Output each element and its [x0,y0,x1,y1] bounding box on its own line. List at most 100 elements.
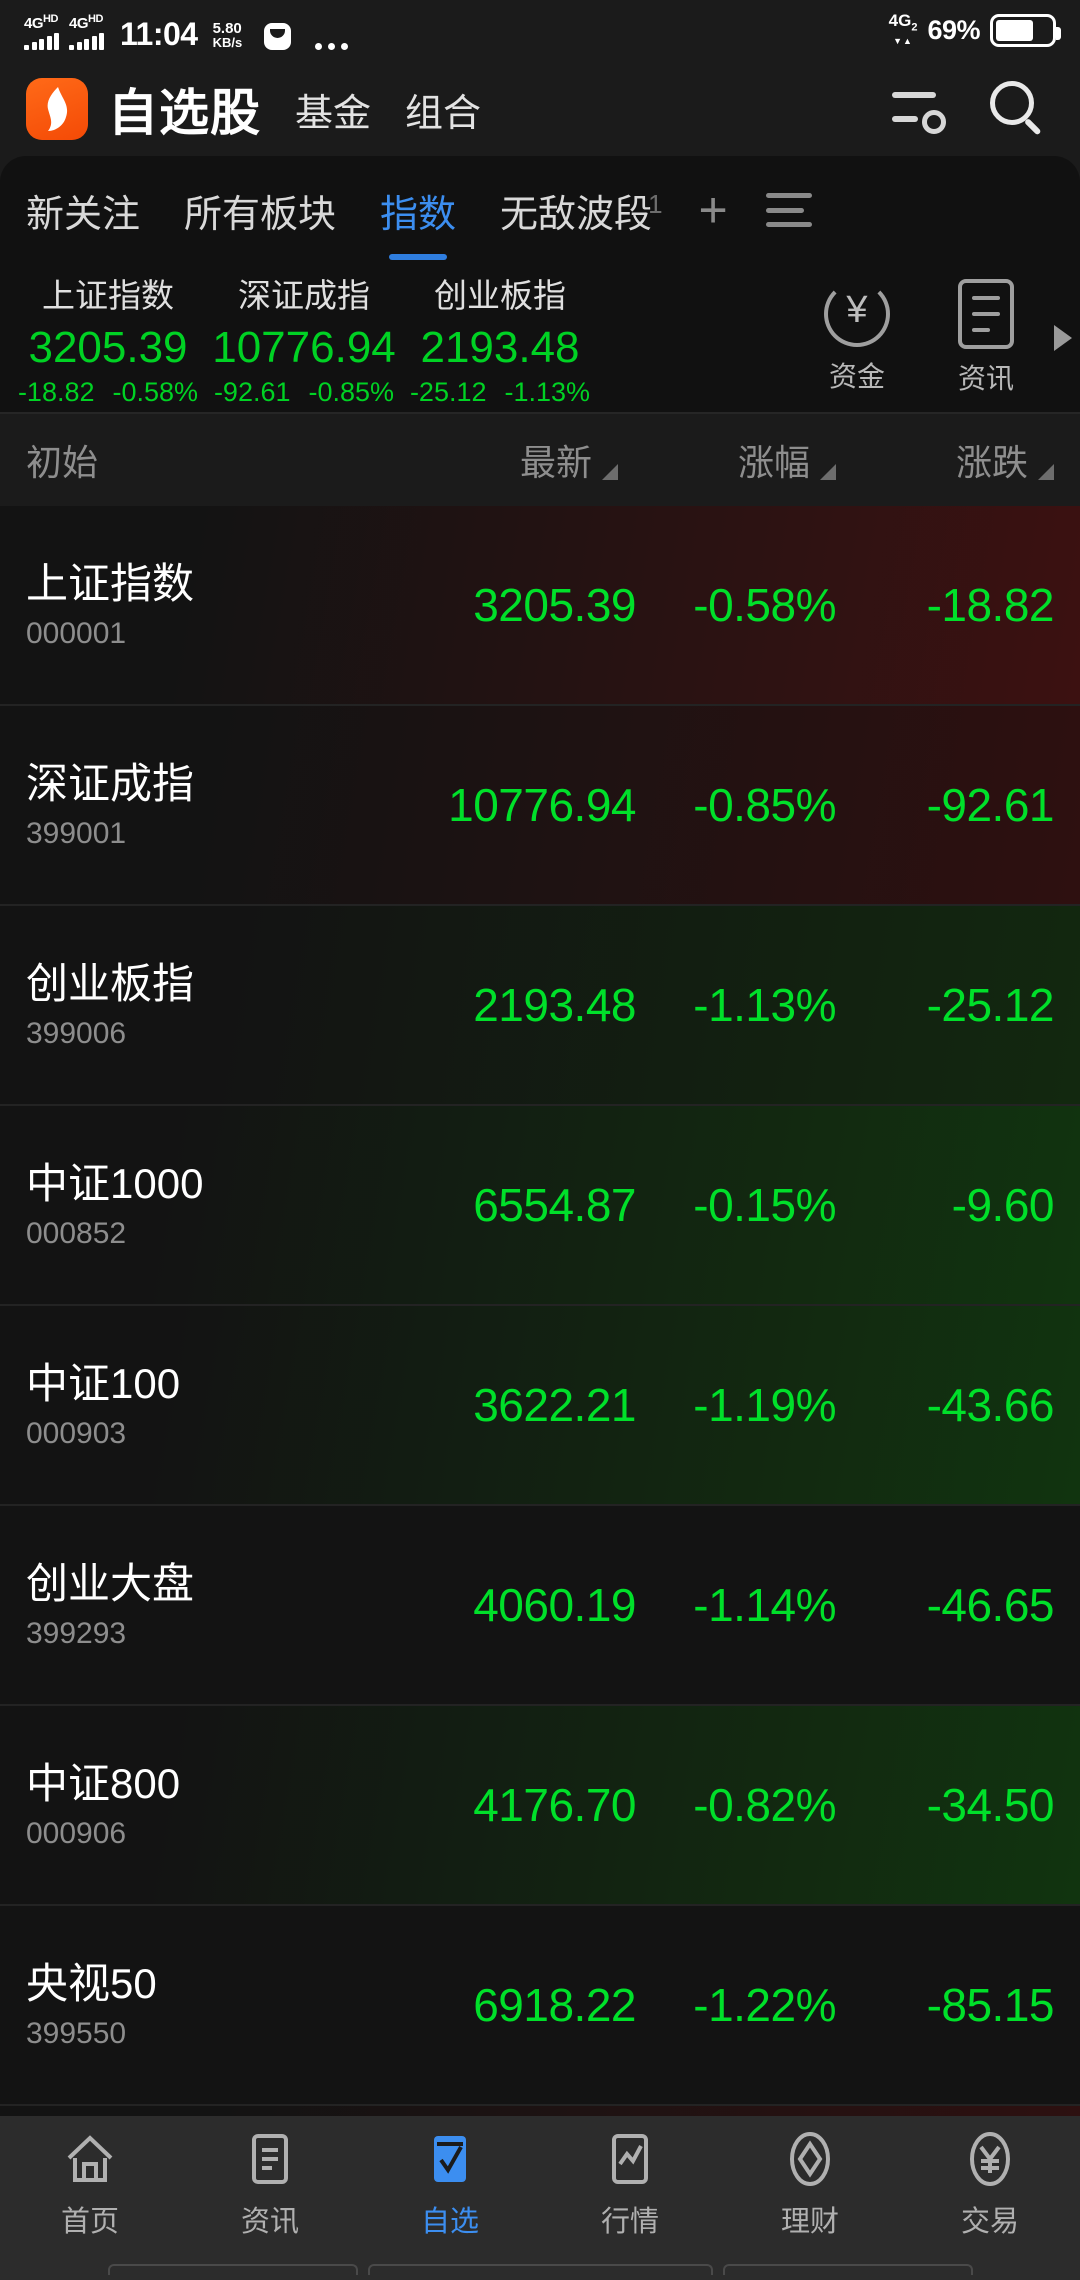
header-tab-fund[interactable]: 基金 [295,82,371,137]
table-row[interactable]: 央视50 399550 6918.22 -1.22% -85.15 [0,1906,1080,2106]
news-button[interactable]: 资讯 [957,279,1014,397]
summary-expand-arrow-icon[interactable] [1054,325,1072,351]
table-row[interactable]: 中证100 000903 3622.21 -1.19% -43.66 [0,1306,1080,1506]
summary-index-0-change: -18.82 [17,376,95,407]
summary-index-1-percent: -0.85% [308,376,395,407]
row-latest: 10776.94 [448,779,636,831]
tab-new-follow[interactable]: 新关注 [26,183,140,238]
home-indicator [0,2260,1080,2278]
funds-button[interactable]: ¥ 资金 [823,281,890,395]
status-clock: 11:04 [120,16,198,52]
table-row[interactable]: 深成指R 399002 13760.55 -0.81% -112.33 [0,2106,1080,2116]
row-change: -46.65 [926,1579,1055,1631]
nav-item-news-label: 资讯 [240,2206,299,2238]
row-code: 000001 [26,617,127,650]
finance-diamond-icon [781,2130,839,2188]
summary-index-0-value: 3205.39 [28,322,188,372]
row-change: -25.12 [926,979,1055,1031]
summary-index-1-change: -92.61 [213,376,291,407]
row-code: 000903 [26,1417,127,1450]
table-row[interactable]: 创业大盘 399293 4060.19 -1.14% -46.65 [0,1506,1080,1706]
tab-wave-badge: 1 [648,188,663,219]
nav-item-trade[interactable]: 交易 [900,2130,1080,2240]
table-row[interactable]: 上证指数 000001 3205.39 -0.58% -18.82 [0,506,1080,706]
watchlist-check-icon [421,2130,479,2188]
nav-item-home[interactable]: 首页 [0,2130,180,2240]
status-bar-left: 4GHD 4GHD 11:04 5.80 KB/s [24,12,349,52]
signal-bars-icon-2 [69,33,104,50]
row-name: 中证100 [26,1360,181,1407]
row-percent: -0.82% [693,1779,836,1831]
row-latest: 4176.70 [473,1779,636,1831]
sort-arrow-percent-icon [820,464,836,480]
network-badge-2-sup: HD [88,13,103,25]
nav-item-news[interactable]: 资讯 [180,2130,360,2240]
network-badge-1-text: 4G [24,15,44,32]
page-title: 自选股 [108,85,261,141]
row-change: -34.50 [926,1779,1055,1831]
tab-all-sectors[interactable]: 所有板块 [184,183,336,238]
hamburger-icon[interactable] [765,193,812,227]
yuan-refresh-icon: ¥ [823,281,890,347]
row-percent: -1.19% [693,1379,836,1431]
status-bar-right: 4G2 ▼▲ 69% [889,12,1061,48]
column-header-name[interactable]: 初始 [26,434,400,486]
tab-all-sectors-label: 所有板块 [184,193,337,236]
filter-gear-icon[interactable] [890,86,946,134]
add-group-button[interactable]: + [699,181,728,239]
summary-index-1-value: 10776.94 [212,322,396,372]
summary-index-2[interactable]: 创业板指 2193.48 -25.12 -1.13% [402,269,598,408]
sort-arrow-change-icon [1038,464,1054,480]
summary-index-0-percent: -0.58% [112,376,199,407]
nav-item-watchlist-label: 自选 [420,2206,479,2238]
column-header-change-label: 涨跌 [955,442,1028,483]
nav-item-trade-label: 交易 [960,2206,1019,2238]
news-icon [241,2130,299,2188]
tab-index[interactable]: 指数 [380,183,456,260]
network-speed: 5.80 KB/s [213,21,243,50]
column-header-percent[interactable]: 涨幅 [618,434,836,486]
nav-item-watchlist[interactable]: 自选 [360,2130,540,2240]
row-code: 399001 [26,817,127,850]
row-percent: -0.85% [693,779,836,831]
row-name: 深证成指 [26,760,195,807]
network-badge-2-text: 4G [69,15,89,32]
app-root: 4GHD 4GHD 11:04 5.80 KB/s 4G2 ▼▲ 69% 自选股… [0,0,1080,2280]
column-header-percent-label: 涨幅 [737,442,810,483]
row-latest: 4060.19 [473,1579,636,1631]
summary-index-0[interactable]: 上证指数 3205.39 -18.82 -0.58% [10,269,206,408]
tab-wave-label: 无敌波段 [500,193,653,236]
summary-index-1[interactable]: 深证成指 10776.94 -92.61 -0.85% [206,269,402,408]
column-header-latest[interactable]: 最新 [400,434,618,486]
app-header: 自选股 基金 组合 [0,62,1080,156]
summary-actions: ¥ 资金 资讯 [823,279,1070,397]
table-row[interactable]: 中证1000 000852 6554.87 -0.15% -9.60 [0,1106,1080,1306]
table-row[interactable]: 深证成指 399001 10776.94 -0.85% -92.61 [0,706,1080,906]
row-code: 000852 [26,1217,127,1250]
main-card: 新关注 所有板块 指数 无敌波段1 + 上证指数 3205.39 -18.82 [0,156,1080,2116]
row-code: 399293 [26,1617,127,1650]
home-icon [61,2130,119,2188]
row-percent: -0.15% [693,1179,836,1231]
tab-wave[interactable]: 无敌波段1 [500,183,662,238]
summary-index-2-name: 创业板指 [434,276,566,314]
table-row[interactable]: 创业板指 399006 2193.48 -1.13% -25.12 [0,906,1080,1106]
header-tab-portfolio[interactable]: 组合 [405,82,481,137]
nav-item-market[interactable]: 行情 [540,2130,720,2240]
header-actions [890,81,1054,137]
row-code: 399550 [26,2017,127,2050]
row-name: 创业板指 [26,960,195,1007]
nav-item-finance[interactable]: 理财 [720,2130,900,2240]
signal-indicator-1: 4GHD [24,12,59,50]
column-header-latest-label: 最新 [519,442,592,483]
column-header-change[interactable]: 涨跌 [836,434,1054,486]
row-latest: 3622.21 [473,1379,636,1431]
row-name: 央视50 [26,1960,157,2007]
search-icon[interactable] [990,81,1046,137]
notification-app-icon [264,23,292,50]
row-latest: 2193.48 [473,979,636,1031]
row-change: -43.66 [926,1379,1055,1431]
row-name: 上证指数 [26,560,195,607]
stock-list: 上证指数 000001 3205.39 -0.58% -18.82 深证成指 3… [0,506,1080,2116]
table-row[interactable]: 中证800 000906 4176.70 -0.82% -34.50 [0,1706,1080,1906]
